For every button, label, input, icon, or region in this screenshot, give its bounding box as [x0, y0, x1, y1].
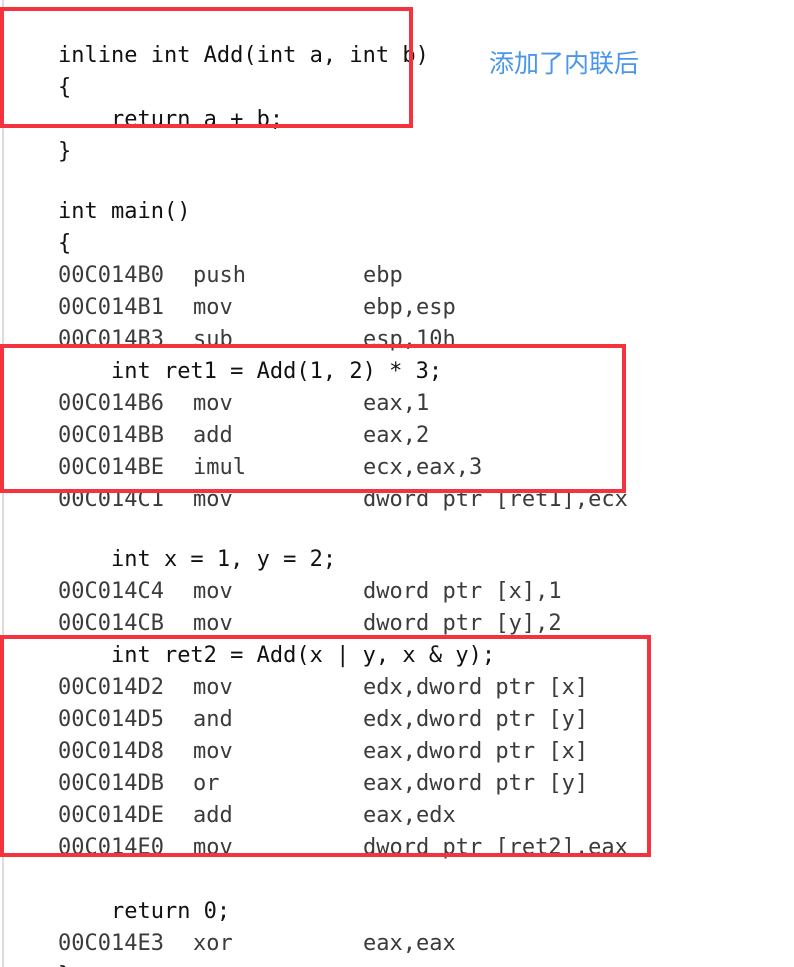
asm-row[interactable]: 00C014D8 mov eax,dword ptr [x] [0, 704, 588, 764]
asm-row[interactable]: 00C014BB add eax,2 [0, 388, 429, 448]
clipped-bottom-row: 00C014E5 [0, 945, 794, 967]
asm-row[interactable]: 00C014DB or eax,dword ptr [y] [0, 736, 588, 796]
source-line-ret1: int ret1 = Add(1, 2) * 3; [57, 359, 443, 384]
asm-row[interactable]: 00C014B6 mov eax,1 [0, 356, 429, 416]
asm-row[interactable]: 00C014E5 [0, 945, 389, 967]
source-line-main-signature: int main() [57, 199, 191, 224]
disassembly-view: inline int Add(int a, int b) { return a … [0, 0, 794, 967]
asm-row[interactable]: 00C014B3 sub esp,10h [0, 292, 456, 352]
asm-row[interactable]: 00C014E0 mov dword ptr [ret2],eax [0, 800, 628, 860]
asm-mnemonic: mov [192, 835, 233, 860]
source-line-add-open-brace: { [57, 75, 72, 100]
annotation-label-inline-added: 添加了内联后 [489, 49, 640, 78]
asm-row[interactable]: 00C014BE imul ecx,eax,3 [0, 420, 482, 480]
asm-row[interactable]: 00C014D2 mov edx,dword ptr [x] [0, 640, 588, 700]
source-line-return-zero: return 0; [57, 899, 231, 924]
asm-operands: dword ptr [ret1],ecx [362, 487, 628, 512]
source-line-ret2: int ret2 = Add(x | y, x & y); [57, 643, 496, 668]
source-line-xy: int x = 1, y = 2; [57, 547, 337, 572]
asm-row[interactable]: 00C014D5 and edx,dword ptr [y] [0, 672, 588, 732]
asm-row[interactable]: 00C014DE add eax,edx [0, 768, 456, 828]
asm-row[interactable]: 00C014E3 xor eax,eax [0, 896, 456, 956]
asm-row[interactable]: 00C014B0 push ebp [0, 228, 403, 288]
source-line-add-signature: inline int Add(int a, int b) [57, 43, 429, 68]
asm-operands: dword ptr [ret2],eax [362, 835, 628, 860]
asm-row[interactable]: 00C014B1 mov ebp,esp [0, 260, 456, 320]
asm-row[interactable]: 00C014CB mov dword ptr [y],2 [0, 576, 562, 636]
source-line-add-return: return a + b; [57, 107, 284, 132]
source-line-add-close-brace: } [57, 139, 72, 164]
asm-row[interactable]: 00C014C4 mov dword ptr [x],1 [0, 544, 562, 604]
source-line-main-open-brace: { [57, 231, 72, 256]
asm-address: 00C014E0 [57, 835, 164, 860]
asm-row[interactable]: 00C014C1 mov dword ptr [ret1],ecx [0, 452, 628, 512]
